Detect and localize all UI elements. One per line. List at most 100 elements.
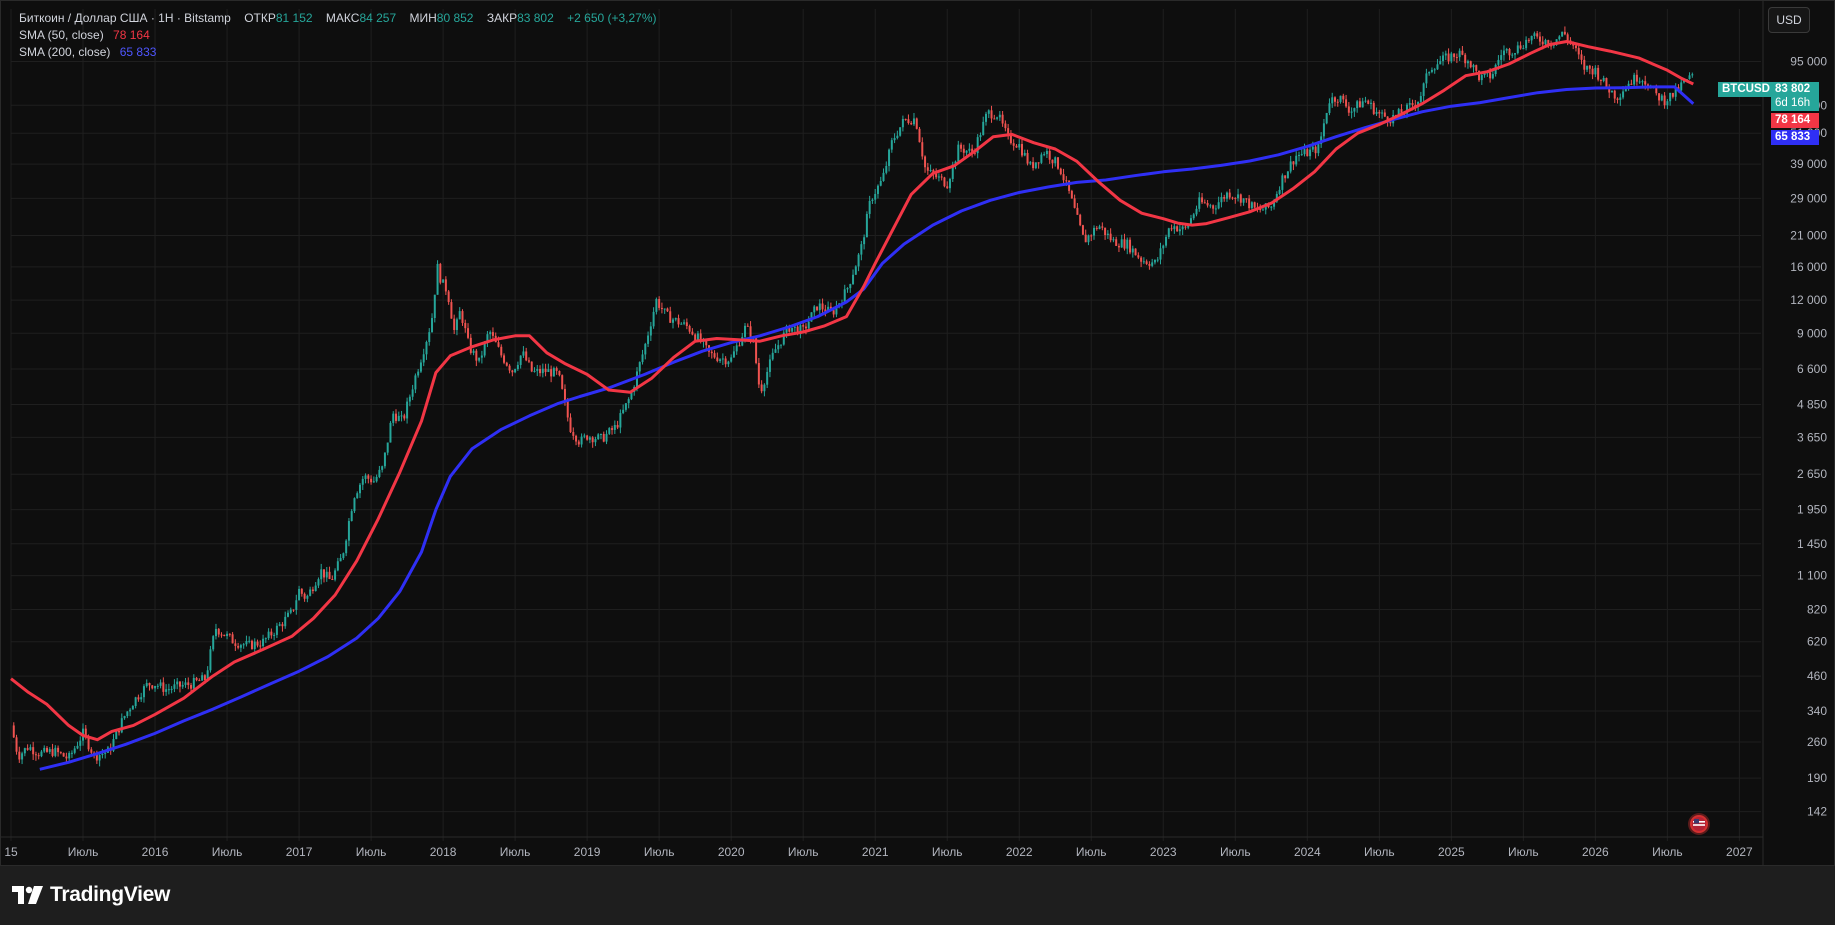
candle-body <box>475 350 478 361</box>
candle-body <box>1048 150 1051 160</box>
candle-body <box>1250 202 1253 209</box>
price-chart[interactable]: 95 00065 00051 00039 00029 00021 00016 0… <box>1 1 1835 867</box>
candle-body <box>239 645 242 648</box>
price-badge: 83 802 <box>1771 82 1819 97</box>
candle-body <box>541 368 544 374</box>
candle-body <box>59 752 62 754</box>
candle-body <box>270 631 273 636</box>
y-tick-label: 21 000 <box>1790 229 1827 243</box>
economic-events-flag-icon[interactable] <box>1690 815 1708 833</box>
candle-body <box>1206 202 1209 206</box>
candle-body <box>1339 95 1342 102</box>
candle-body <box>1286 171 1289 179</box>
candle-body <box>746 325 749 327</box>
candle-body <box>552 368 555 377</box>
candle-body <box>813 306 816 313</box>
candle-body <box>1331 97 1334 104</box>
y-tick-label: 6 600 <box>1797 362 1827 376</box>
candle-body <box>217 628 220 635</box>
legend-sma200-row[interactable]: SMA (200, close) 65 833 <box>19 44 657 61</box>
candle-body <box>1073 198 1076 208</box>
candle-body <box>1619 97 1622 100</box>
candle-body <box>519 355 522 365</box>
symbol-title[interactable]: Биткоин / Доллар США · 1Н · Bitstamp <box>19 11 231 25</box>
candle-body <box>857 254 860 267</box>
candle-body <box>79 740 82 746</box>
candle-body <box>1464 54 1467 64</box>
candle-body <box>389 422 392 443</box>
sma200-label[interactable]: SMA (200, close) <box>19 45 110 59</box>
candle-body <box>874 193 877 200</box>
candle-body <box>998 114 1001 118</box>
candle-body <box>987 110 990 114</box>
y-tick-label: 340 <box>1807 704 1827 718</box>
y-tick-label: 1 450 <box>1797 537 1827 551</box>
candle-body <box>882 172 885 181</box>
candle-body <box>1081 225 1084 235</box>
candle-body <box>685 322 688 327</box>
candle-body <box>48 749 51 752</box>
candle-body <box>1500 55 1503 60</box>
candle-body <box>683 322 686 324</box>
candle-body <box>118 730 121 733</box>
currency-button[interactable]: USD <box>1768 7 1810 33</box>
y-tick-label: 29 000 <box>1790 191 1827 205</box>
candle-body <box>818 303 821 311</box>
candle-body <box>1253 202 1256 208</box>
candle-body <box>370 478 373 483</box>
sma200-line <box>39 85 1695 771</box>
candle-body <box>309 589 312 596</box>
candle-body <box>918 128 921 143</box>
footer: TradingView <box>0 866 1835 925</box>
candle-body <box>1453 53 1456 58</box>
candle-body <box>732 351 735 358</box>
candle-body <box>450 302 453 319</box>
candle-body <box>1466 61 1469 64</box>
candle-body <box>968 148 971 151</box>
candle-body <box>201 675 204 681</box>
candle-body <box>1502 50 1505 56</box>
candle-body <box>1170 228 1173 230</box>
x-tick-label: 2016 <box>142 845 169 859</box>
tradingview-logo[interactable]: TradingView <box>12 880 170 910</box>
candle-body <box>1317 144 1320 154</box>
close-label: ЗАКР <box>486 11 518 25</box>
candle-body <box>921 142 924 157</box>
x-tick-label: 2026 <box>1582 845 1609 859</box>
candle-body <box>345 540 348 554</box>
candle-body <box>1004 123 1007 129</box>
candle-body <box>286 612 289 617</box>
candle-body <box>1536 33 1539 37</box>
candle-body <box>1209 205 1212 207</box>
candle-body <box>1167 228 1170 237</box>
candle-body <box>622 409 625 414</box>
candle-body <box>760 384 763 392</box>
candle-body <box>1151 262 1154 266</box>
candle-body <box>137 697 140 700</box>
candle-body <box>982 121 985 136</box>
candle-body <box>1134 248 1137 256</box>
candle-body <box>406 401 409 419</box>
legend-sma50-row[interactable]: SMA (50, close) 78 164 <box>19 27 657 44</box>
candle-body <box>242 644 245 646</box>
chart-area[interactable]: 95 00065 00051 00039 00029 00021 00016 0… <box>0 0 1835 867</box>
candle-body <box>677 318 680 325</box>
candle-body <box>70 752 73 754</box>
candle-body <box>1691 74 1694 76</box>
sma50-label[interactable]: SMA (50, close) <box>19 28 104 42</box>
candle-body <box>1159 248 1162 260</box>
candle-body <box>76 745 79 749</box>
candle-body <box>159 682 162 686</box>
candle-body <box>1248 198 1251 209</box>
candle-body <box>455 319 458 330</box>
candle-body <box>1239 194 1242 203</box>
candle-body <box>1184 226 1187 228</box>
candle-body <box>314 585 317 592</box>
candle-body <box>220 634 223 636</box>
candle-body <box>1090 235 1093 237</box>
candle-body <box>890 140 893 150</box>
candle-body <box>514 369 517 373</box>
candle-body <box>1333 97 1336 102</box>
sma200-badge: 65 833 <box>1771 130 1819 145</box>
candle-body <box>899 127 902 136</box>
